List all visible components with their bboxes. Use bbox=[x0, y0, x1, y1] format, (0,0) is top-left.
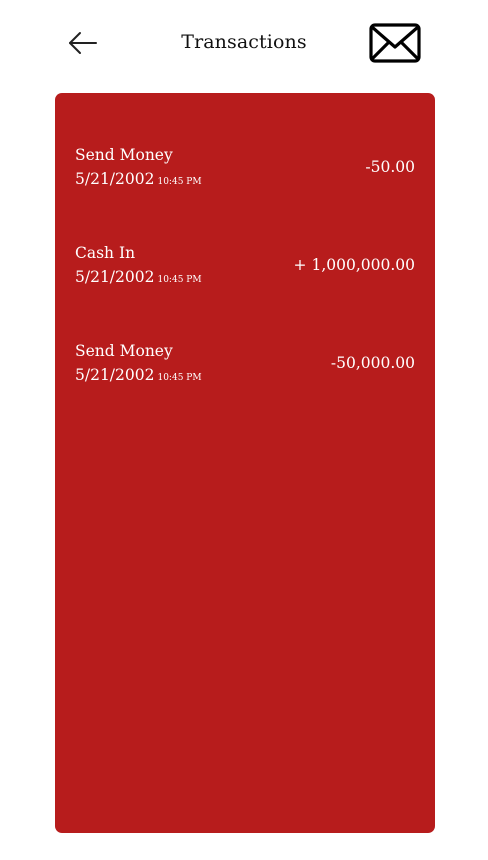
transaction-date: 5/21/2002 bbox=[75, 366, 155, 384]
transaction-row[interactable]: Send Money 5/21/2002 10:45 PM -50.00 bbox=[75, 145, 415, 205]
transaction-type: Cash In bbox=[75, 244, 136, 262]
transaction-datetime: 5/21/2002 10:45 PM bbox=[75, 169, 202, 192]
transaction-time: 10:45 PM bbox=[157, 373, 202, 383]
transaction-type: Send Money bbox=[75, 342, 173, 360]
transaction-amount: -50,000.00 bbox=[330, 354, 415, 372]
messages-button[interactable] bbox=[368, 22, 422, 64]
transactions-screen: Transactions Send Money 5/21/2002 10:45 P… bbox=[0, 0, 488, 860]
transaction-time: 10:45 PM bbox=[157, 275, 202, 285]
transaction-time: 10:45 PM bbox=[157, 177, 202, 187]
transaction-type: Send Money bbox=[75, 146, 173, 164]
envelope-icon bbox=[369, 23, 421, 63]
transaction-amount: + 1,000,000.00 bbox=[293, 256, 415, 274]
header-bar: Transactions bbox=[0, 0, 488, 88]
transactions-card: Send Money 5/21/2002 10:45 PM -50.00 Cash… bbox=[55, 93, 435, 833]
transaction-date: 5/21/2002 bbox=[75, 268, 155, 286]
transaction-datetime: 5/21/2002 10:45 PM bbox=[75, 365, 202, 388]
transaction-row[interactable]: Send Money 5/21/2002 10:45 PM -50,000.00 bbox=[75, 341, 415, 401]
transaction-row[interactable]: Cash In 5/21/2002 10:45 PM + 1,000,000.00 bbox=[75, 243, 415, 303]
transaction-datetime: 5/21/2002 10:45 PM bbox=[75, 267, 202, 290]
transaction-date: 5/21/2002 bbox=[75, 170, 155, 188]
transaction-amount: -50.00 bbox=[365, 158, 415, 176]
